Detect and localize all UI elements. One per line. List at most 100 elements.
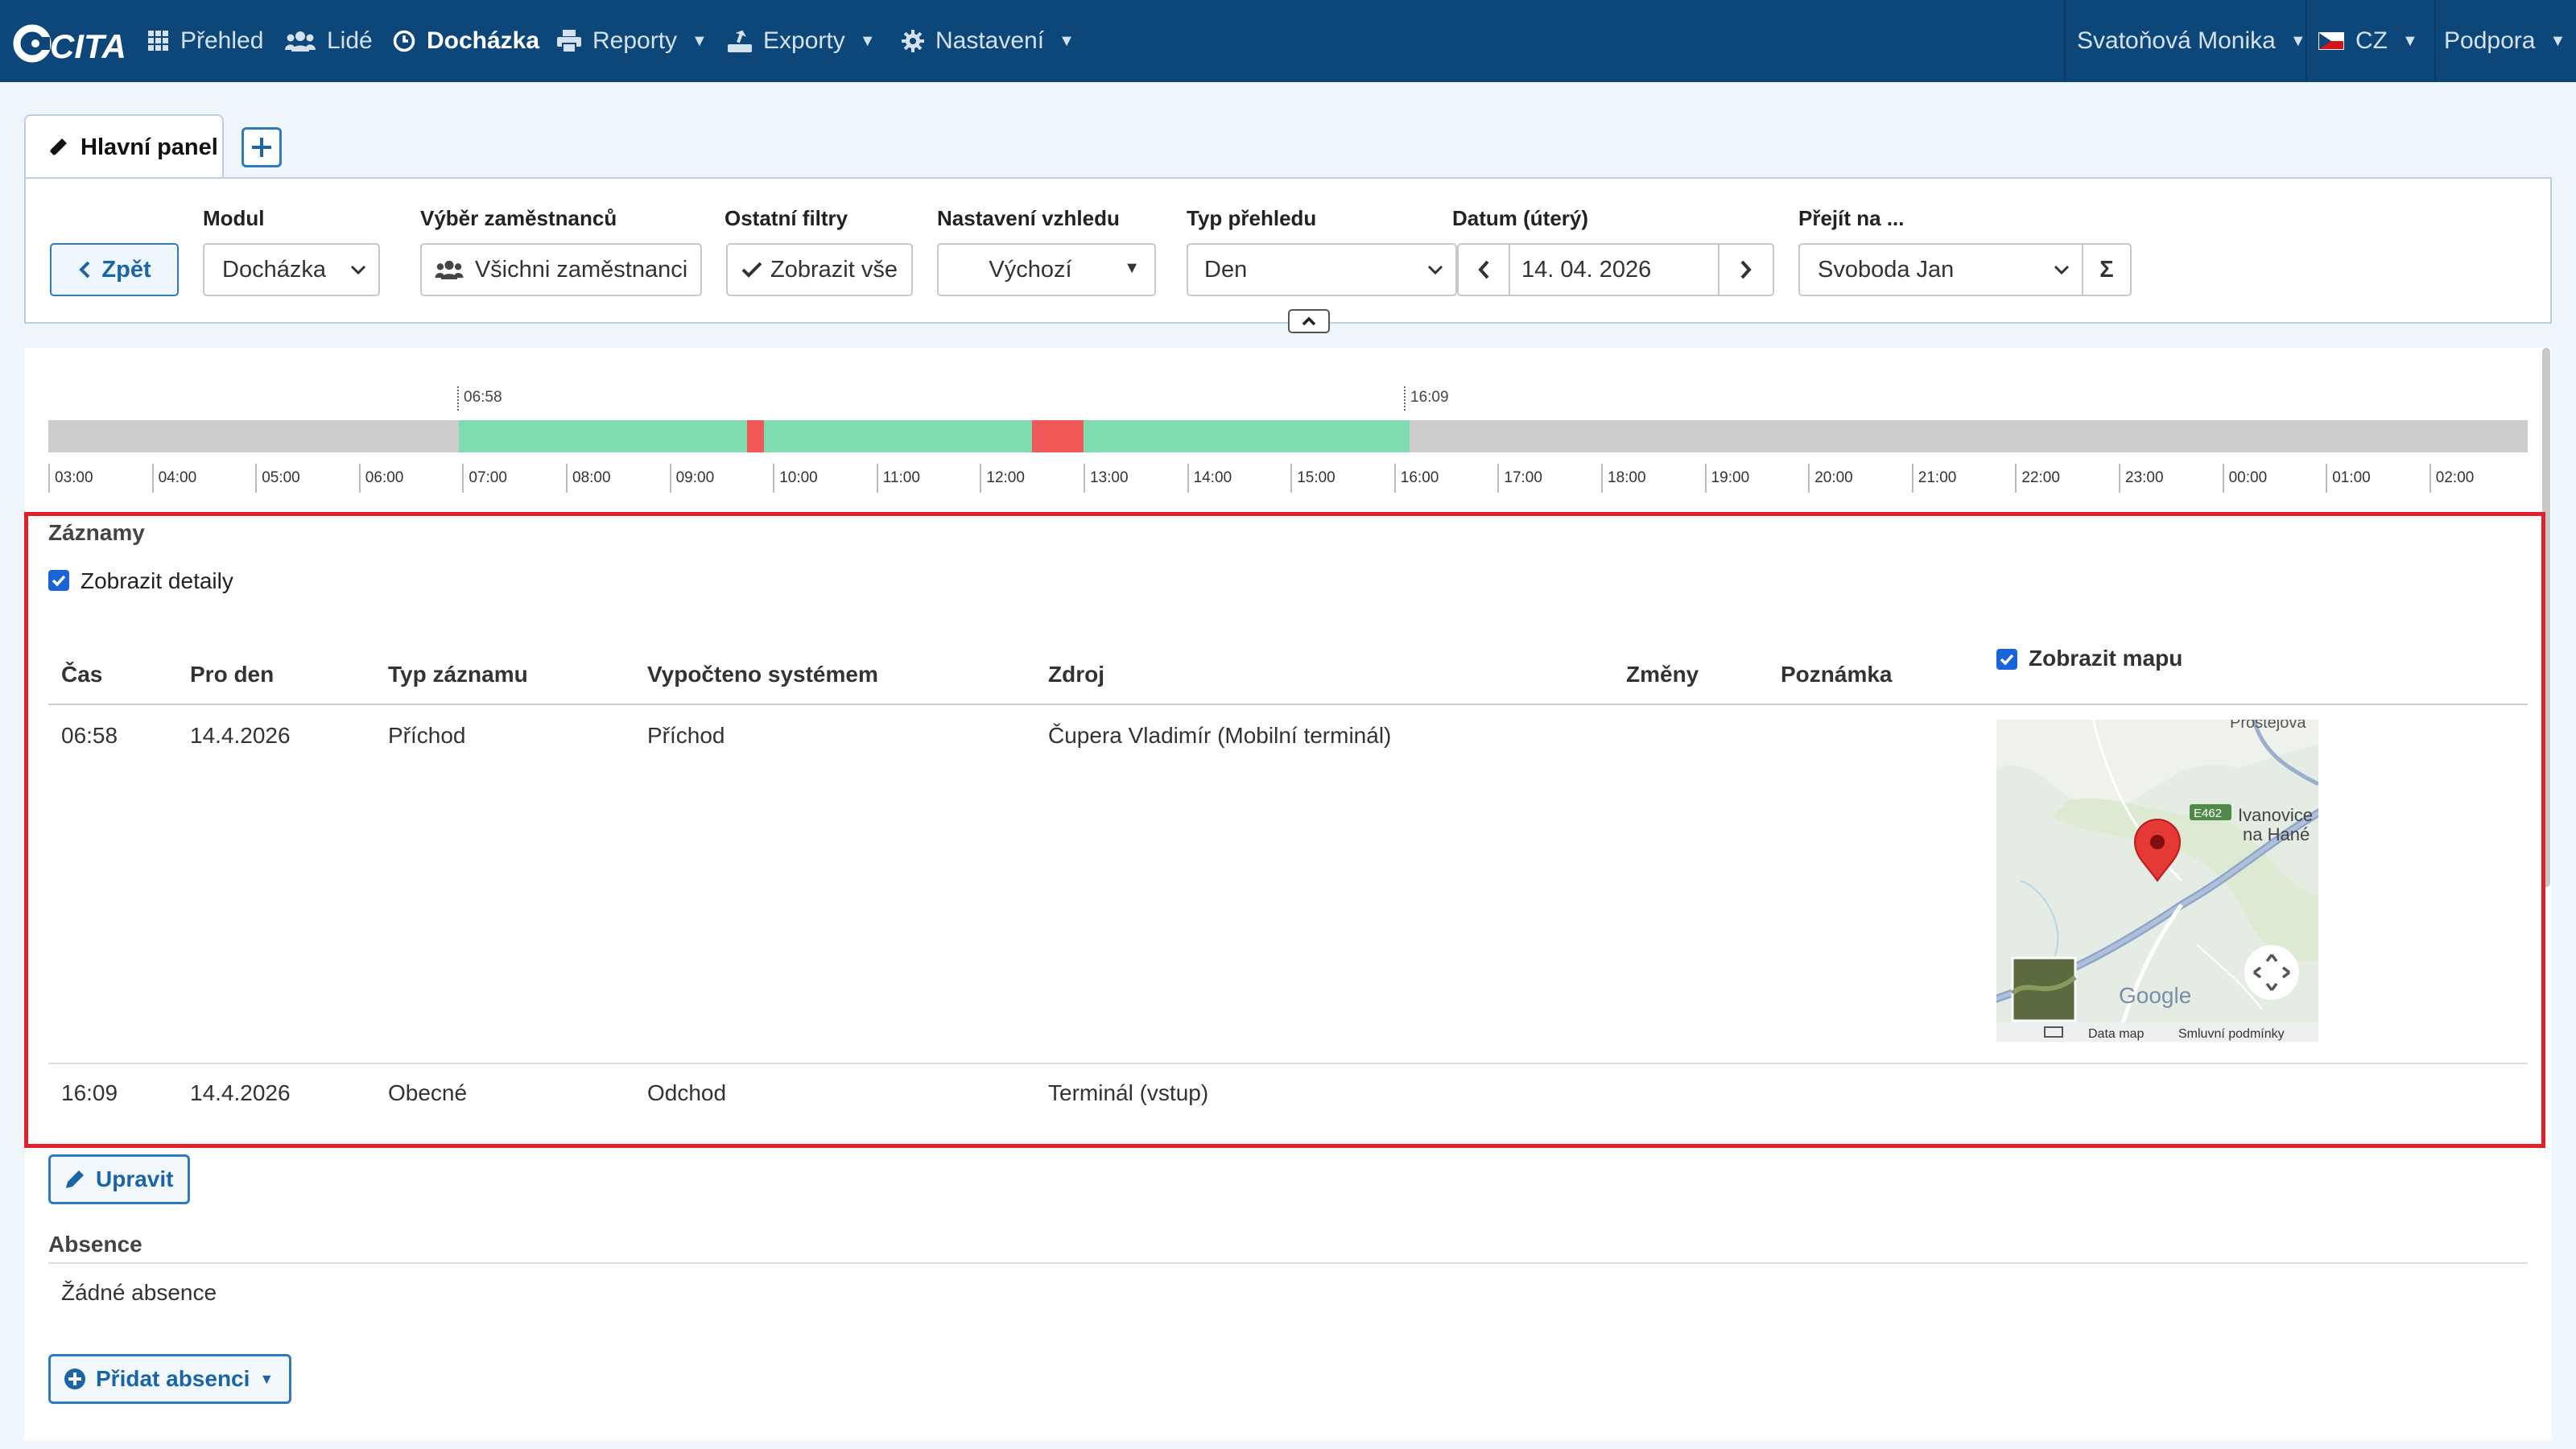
map-road-label: E462 bbox=[2194, 807, 2222, 820]
chevron-down-icon: ▼ bbox=[859, 31, 876, 50]
grid-icon bbox=[148, 31, 168, 51]
employees-value: Všichni zaměstnanci bbox=[474, 256, 688, 283]
next-date-button[interactable] bbox=[1718, 243, 1774, 296]
nav-reporty[interactable]: Reporty ▼ bbox=[557, 0, 708, 82]
show-map-checkbox[interactable] bbox=[1996, 649, 2017, 670]
map-place-top: Prostějova bbox=[2230, 720, 2306, 732]
timeline-tick: 07:00 bbox=[462, 464, 507, 493]
col-note: Poznámka bbox=[1781, 662, 1893, 687]
timeline-work-segment[interactable] bbox=[1084, 420, 1410, 452]
timeline-tick: 10:00 bbox=[773, 464, 818, 493]
chevron-down-icon: ▼ bbox=[1059, 31, 1075, 50]
appearance-select[interactable]: Výchozí ▼ bbox=[937, 243, 1156, 296]
nav-label: Exporty bbox=[763, 27, 845, 54]
map-place-1: Ivanovice bbox=[2238, 805, 2313, 825]
chevron-left-icon bbox=[1478, 260, 1489, 279]
cell-source: Terminál (vstup) bbox=[1048, 1080, 1209, 1105]
chevron-down-icon: ▼ bbox=[2402, 31, 2418, 50]
timeline-tick: 18:00 bbox=[1601, 464, 1646, 493]
timeline-tick: 14:00 bbox=[1187, 464, 1232, 493]
nav-prehled[interactable]: Přehled bbox=[148, 0, 263, 82]
timeline-break-segment[interactable] bbox=[747, 420, 765, 452]
top-navbar: CITA Přehled Lidé Docházka Reporty ▼ Exp… bbox=[0, 0, 2576, 82]
language-menu[interactable]: CZ ▼ bbox=[2318, 0, 2418, 82]
row-divider bbox=[48, 1063, 2528, 1064]
tab-label: Hlavní panel bbox=[80, 134, 218, 160]
support-link[interactable]: Podpora ▼ bbox=[2444, 0, 2566, 82]
users-icon bbox=[435, 260, 464, 279]
timeline-tick: 01:00 bbox=[2326, 464, 2371, 493]
nav-nastaveni[interactable]: Nastavení ▼ bbox=[902, 0, 1075, 82]
add-absence-label: Přidat absenci bbox=[96, 1366, 250, 1391]
date-input[interactable]: 14. 04. 2026 bbox=[1509, 243, 1719, 296]
nav-exporty[interactable]: Exporty ▼ bbox=[728, 0, 876, 82]
nav-divider bbox=[2306, 0, 2307, 82]
caret-down-icon: ▼ bbox=[259, 1370, 275, 1387]
timeline-start-marker: 06:58 bbox=[457, 386, 502, 411]
timeline-tick: 09:00 bbox=[669, 464, 714, 493]
timeline-tick: 11:00 bbox=[876, 464, 920, 493]
nav-divider bbox=[2434, 0, 2436, 82]
col-source: Zdroj bbox=[1048, 662, 1104, 687]
add-absence-button[interactable]: Přidat absenci ▼ bbox=[48, 1354, 291, 1404]
absence-title: Absence bbox=[48, 1232, 142, 1257]
timeline-tick: 04:00 bbox=[151, 464, 196, 493]
timeline-work-segment[interactable] bbox=[764, 420, 1032, 452]
timeline-tick: 08:00 bbox=[566, 464, 611, 493]
timeline-work-segment[interactable] bbox=[459, 420, 748, 452]
cell-time: 06:58 bbox=[61, 723, 118, 748]
svg-text:CITA: CITA bbox=[50, 27, 126, 65]
sum-button[interactable]: Σ bbox=[2082, 243, 2132, 296]
date-label: Datum (úterý) bbox=[1452, 206, 1589, 230]
timeline-tick: 22:00 bbox=[2015, 464, 2060, 493]
module-value: Docházka bbox=[222, 256, 326, 283]
tab-hlavni-panel[interactable]: Hlavní panel bbox=[24, 114, 224, 179]
show-details-checkbox[interactable] bbox=[48, 570, 69, 591]
check-icon bbox=[52, 575, 66, 587]
timeline-tick: 03:00 bbox=[48, 464, 93, 493]
module-select[interactable]: Docházka bbox=[203, 243, 380, 296]
absence-empty-text: Žádné absence bbox=[61, 1280, 217, 1305]
cell-type: Obecné bbox=[388, 1080, 468, 1105]
cell-day: 14.4.2026 bbox=[190, 723, 291, 748]
prev-date-button[interactable] bbox=[1457, 243, 1510, 296]
cell-computed: Příchod bbox=[647, 723, 725, 748]
clock-icon bbox=[393, 30, 415, 52]
timeline-tick: 02:00 bbox=[2429, 464, 2474, 493]
employees-button[interactable]: Všichni zaměstnanci bbox=[420, 243, 702, 296]
goto-label: Přejít na ... bbox=[1798, 206, 1905, 230]
timeline-break-segment[interactable] bbox=[1031, 420, 1084, 452]
users-icon bbox=[285, 31, 316, 52]
show-details-label: Zobrazit detaily bbox=[80, 568, 233, 593]
nav-dochazka[interactable]: Docházka bbox=[393, 0, 539, 82]
col-day: Pro den bbox=[190, 662, 275, 687]
nav-label: Docházka bbox=[427, 27, 540, 54]
module-label: Modul bbox=[203, 206, 265, 230]
check-icon bbox=[741, 262, 762, 278]
location-map[interactable]: E462 Prostějova Ivanovice na Hané Google… bbox=[1996, 720, 2318, 1042]
map-brand-label: Google bbox=[2119, 983, 2191, 1008]
check-icon bbox=[2000, 654, 2014, 666]
goto-employee-select[interactable]: Svoboda Jan bbox=[1798, 243, 2083, 296]
timeline-tick: 19:00 bbox=[1704, 464, 1749, 493]
edit-button[interactable]: Upravit bbox=[48, 1154, 190, 1204]
other-filters-value: Zobrazit vše bbox=[770, 256, 898, 283]
appearance-value: Výchozí bbox=[989, 256, 1072, 283]
timeline-tick: 21:00 bbox=[1911, 464, 1956, 493]
user-menu[interactable]: Svatoňová Monika ▼ bbox=[2077, 0, 2306, 82]
timeline-tick: 06:00 bbox=[358, 464, 403, 493]
cita-logo[interactable]: CITA bbox=[13, 21, 126, 66]
view-type-select[interactable]: Den bbox=[1187, 243, 1457, 296]
cell-day: 14.4.2026 bbox=[190, 1080, 291, 1105]
collapse-filters-button[interactable] bbox=[1288, 309, 1330, 333]
chevron-down-icon: ▼ bbox=[691, 31, 708, 50]
sum-icon: Σ bbox=[2099, 256, 2114, 283]
add-tab-button[interactable] bbox=[242, 127, 282, 167]
col-computed: Vypočteno systémem bbox=[647, 662, 878, 687]
support-label: Podpora bbox=[2444, 27, 2536, 54]
back-button[interactable]: Zpět bbox=[50, 243, 179, 296]
other-filters-button[interactable]: Zobrazit vše bbox=[726, 243, 913, 296]
chevron-down-icon bbox=[1427, 265, 1443, 275]
nav-lide[interactable]: Lidé bbox=[285, 0, 373, 82]
timeline-tick: 15:00 bbox=[1290, 464, 1335, 493]
